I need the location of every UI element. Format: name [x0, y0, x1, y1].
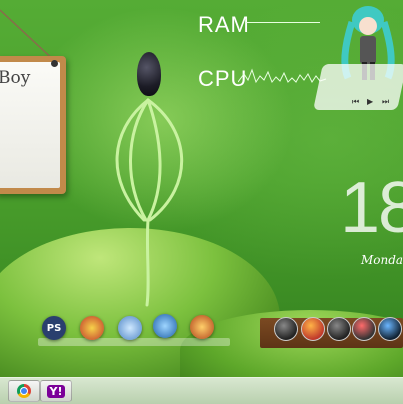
- chrome-icon: [17, 384, 31, 398]
- bluray-icon[interactable]: [378, 317, 402, 341]
- mandala-icon[interactable]: [190, 315, 214, 339]
- ram-meter-bar: [246, 22, 320, 23]
- taskbar-yahoo-button[interactable]: Y!: [40, 380, 72, 402]
- ps-label: PS: [46, 322, 62, 334]
- clock-time: 18: [340, 168, 403, 248]
- pokeball-icon[interactable]: [80, 316, 104, 340]
- cpu-graph: [238, 68, 327, 84]
- ps-icon[interactable]: PS: [42, 316, 66, 340]
- leaf-icon[interactable]: [118, 316, 142, 340]
- play-button[interactable]: ▶: [367, 97, 373, 106]
- monitor-icon[interactable]: [153, 314, 177, 338]
- media-icon[interactable]: [352, 317, 376, 341]
- sticky-note-widget[interactable]: Boy: [0, 56, 66, 194]
- clock-day: Monda: [361, 253, 403, 267]
- display-icon[interactable]: [274, 317, 298, 341]
- next-button[interactable]: ⏭: [382, 97, 389, 107]
- yahoo-messenger-icon: Y!: [46, 384, 66, 398]
- firefox-icon[interactable]: [301, 317, 325, 341]
- seed: [137, 52, 161, 96]
- ram-label: RAM: [198, 12, 250, 37]
- pin-icon: [51, 60, 58, 67]
- fan-icon[interactable]: [327, 317, 351, 341]
- prev-button[interactable]: ⏮: [352, 97, 359, 107]
- taskbar-chrome-button[interactable]: [8, 380, 40, 402]
- sprout-illustration: [115, 98, 184, 307]
- note-text: Boy: [0, 68, 31, 88]
